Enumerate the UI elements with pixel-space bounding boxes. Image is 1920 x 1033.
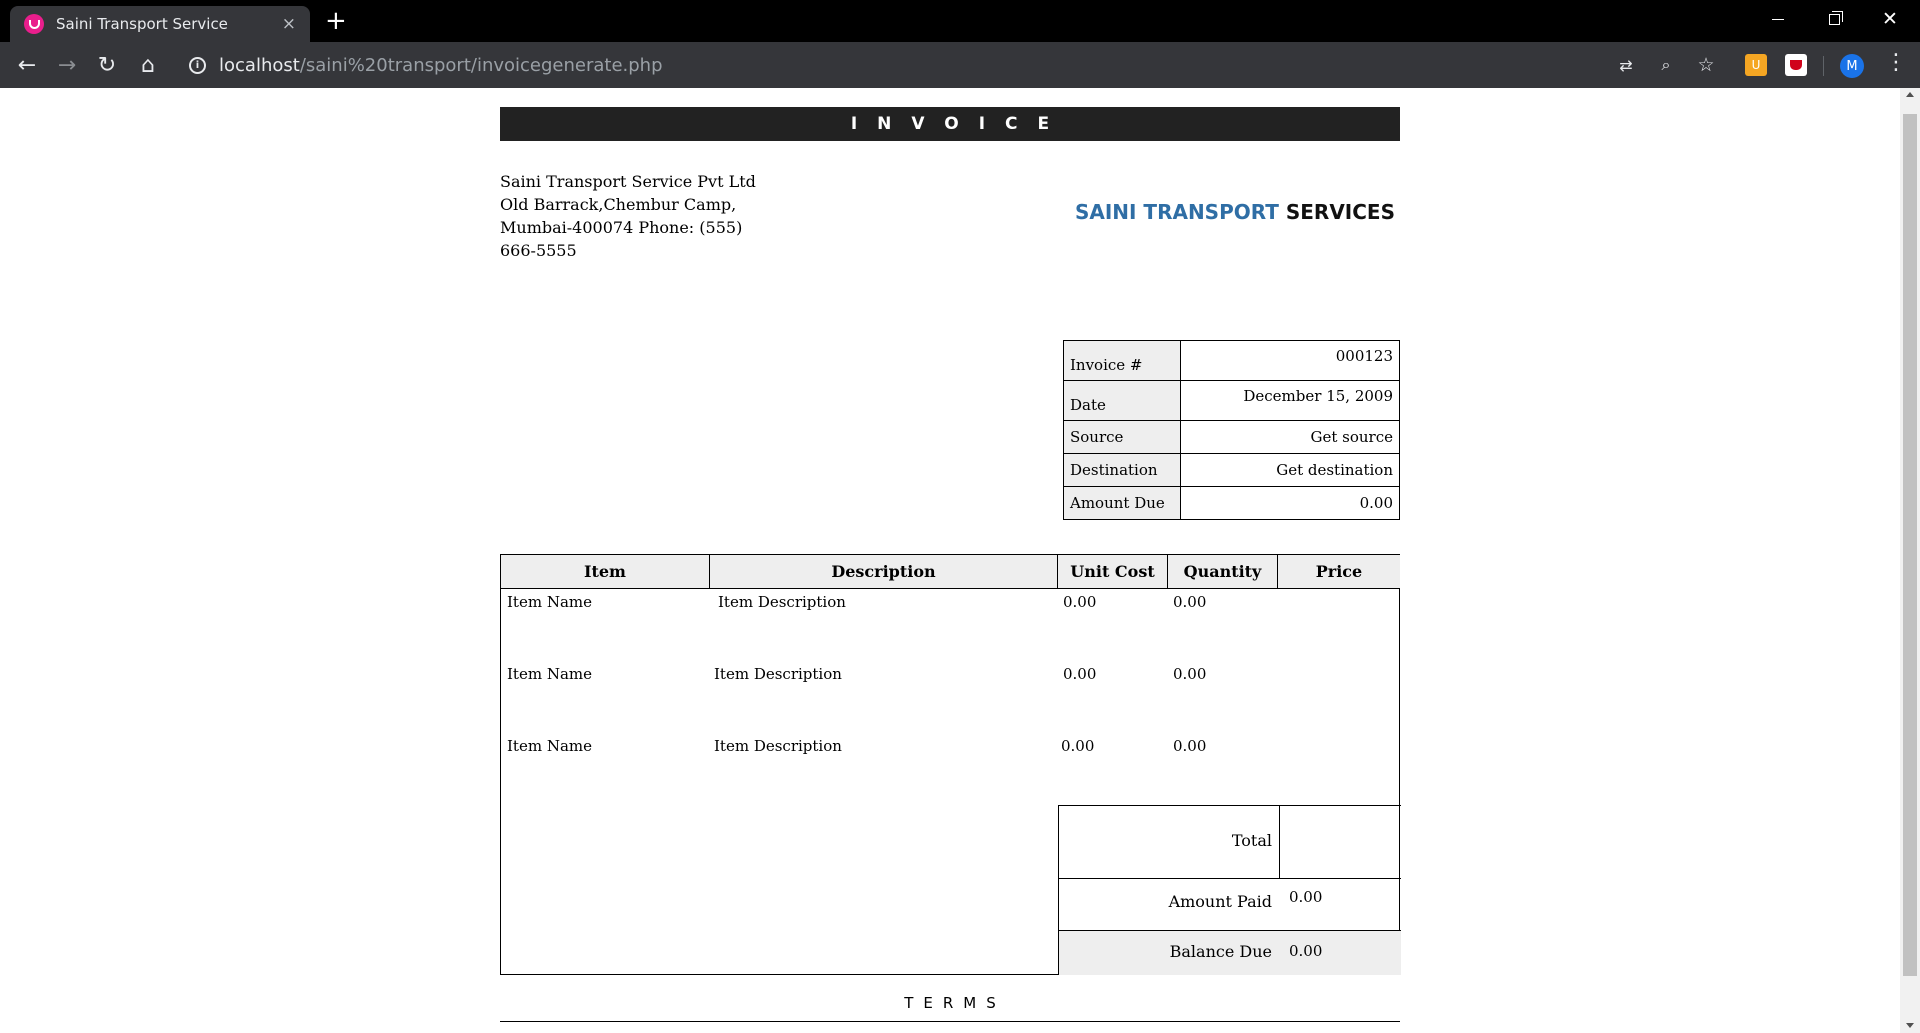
brand-name-secondary: SERVICES bbox=[1285, 200, 1395, 224]
zoom-icon[interactable]: ⌕ bbox=[1655, 54, 1677, 76]
item-name-field[interactable]: Item Name bbox=[507, 593, 592, 611]
quantity-field[interactable]: 0.00 bbox=[1173, 593, 1206, 611]
site-info-icon[interactable]: i bbox=[189, 56, 206, 74]
browser-tab-bar: Saini Transport Service × + ✕ bbox=[0, 0, 1920, 42]
meta-label: Amount Due bbox=[1063, 486, 1181, 520]
pocket-extension-icon[interactable] bbox=[1785, 54, 1807, 76]
home-icon[interactable]: ⌂ bbox=[133, 50, 163, 80]
meta-label: Destination bbox=[1063, 453, 1181, 487]
column-header-description: Description bbox=[710, 555, 1058, 589]
unit-cost-field[interactable]: 0.00 bbox=[1061, 737, 1094, 755]
invoice-header: INVOICE bbox=[500, 107, 1400, 141]
total-row: Total bbox=[1059, 805, 1401, 879]
brand-logo: SAINI TRANSPORT SERVICES bbox=[1075, 200, 1395, 224]
unit-cost-field[interactable]: 0.00 bbox=[1063, 593, 1096, 611]
profile-avatar[interactable]: M bbox=[1840, 54, 1864, 78]
amount-paid-label: Amount Paid bbox=[1168, 892, 1272, 911]
total-divider bbox=[1279, 806, 1280, 879]
forward-arrow-icon[interactable]: → bbox=[52, 50, 82, 80]
terms-divider bbox=[500, 1021, 1400, 1022]
new-tab-button[interactable]: + bbox=[325, 7, 347, 35]
meta-row-date: Date December 15, 2009 bbox=[1063, 380, 1400, 421]
favicon-icon bbox=[24, 14, 44, 34]
company-address: Saini Transport Service Pvt Ltd Old Barr… bbox=[500, 172, 756, 260]
column-header-unit-cost: Unit Cost bbox=[1058, 555, 1168, 589]
totals-section: Total Amount Paid 0.00 Balance Due 0.00 bbox=[1058, 805, 1401, 975]
bookmark-star-icon[interactable]: ☆ bbox=[1695, 54, 1717, 76]
extension-icon[interactable]: U bbox=[1745, 54, 1767, 76]
scroll-down-arrow-icon[interactable] bbox=[1906, 1023, 1914, 1028]
scroll-up-arrow-icon[interactable] bbox=[1906, 92, 1914, 97]
more-menu-icon[interactable]: ⋮ bbox=[1885, 50, 1907, 75]
invoice-number-field[interactable]: 000123 bbox=[1180, 340, 1400, 381]
back-arrow-icon[interactable]: ← bbox=[12, 50, 42, 80]
amount-paid-row: Amount Paid 0.00 bbox=[1059, 878, 1401, 930]
meta-label: Invoice # bbox=[1063, 340, 1181, 381]
item-name-field[interactable]: Item Name bbox=[507, 737, 592, 755]
item-description-field[interactable]: Item Description bbox=[718, 593, 846, 611]
unit-cost-field[interactable]: 0.00 bbox=[1063, 665, 1096, 683]
browser-toolbar: ← → ↻ ⌂ i localhost/saini%20transport/in… bbox=[0, 42, 1920, 88]
translate-icon[interactable]: ⇄ bbox=[1615, 54, 1637, 76]
url-text[interactable]: localhost/saini%20transport/invoicegener… bbox=[219, 55, 663, 76]
meta-row-amount-due: Amount Due 0.00 bbox=[1063, 486, 1400, 520]
meta-row-source: Source Get source bbox=[1063, 420, 1400, 454]
balance-due-row: Balance Due 0.00 bbox=[1059, 930, 1401, 975]
item-name-field[interactable]: Item Name bbox=[507, 665, 592, 683]
reload-icon[interactable]: ↻ bbox=[92, 50, 122, 80]
amount-paid-field[interactable]: 0.00 bbox=[1289, 888, 1322, 906]
items-table: Item Description Unit Cost Quantity Pric… bbox=[500, 554, 1401, 975]
meta-label: Source bbox=[1063, 420, 1181, 454]
scrollbar-thumb[interactable] bbox=[1903, 114, 1917, 976]
meta-label: Date bbox=[1063, 380, 1181, 421]
invoice-meta-table: Invoice # 000123 Date December 15, 2009 … bbox=[1063, 340, 1400, 520]
quantity-field[interactable]: 0.00 bbox=[1173, 737, 1206, 755]
meta-row-invoice-number: Invoice # 000123 bbox=[1063, 340, 1400, 381]
total-label: Total bbox=[1231, 831, 1272, 850]
destination-field[interactable]: Get destination bbox=[1180, 453, 1400, 487]
tab-close-icon[interactable]: × bbox=[282, 14, 296, 34]
restore-button[interactable] bbox=[1806, 0, 1862, 38]
brand-name-primary: SAINI TRANSPORT bbox=[1074, 200, 1279, 224]
balance-due-label: Balance Due bbox=[1169, 942, 1272, 961]
amount-due-value: 0.00 bbox=[1180, 486, 1400, 520]
address-bar[interactable]: i localhost/saini%20transport/invoicegen… bbox=[175, 48, 1565, 82]
item-description-field[interactable]: Item Description bbox=[714, 737, 842, 755]
date-field[interactable]: December 15, 2009 bbox=[1180, 380, 1400, 421]
terms-heading: TERMS bbox=[904, 994, 1006, 1012]
toolbar-divider bbox=[1823, 56, 1824, 76]
column-header-quantity: Quantity bbox=[1168, 555, 1278, 589]
browser-tab[interactable]: Saini Transport Service × bbox=[10, 6, 310, 42]
vertical-scrollbar[interactable] bbox=[1900, 88, 1920, 1033]
quantity-field[interactable]: 0.00 bbox=[1173, 665, 1206, 683]
tab-title: Saini Transport Service bbox=[56, 15, 228, 33]
minimize-button[interactable] bbox=[1750, 0, 1806, 38]
column-header-item: Item bbox=[501, 555, 710, 589]
window-close-button[interactable]: ✕ bbox=[1862, 0, 1918, 38]
meta-row-destination: Destination Get destination bbox=[1063, 453, 1400, 487]
source-field[interactable]: Get source bbox=[1180, 420, 1400, 454]
column-header-price: Price bbox=[1278, 555, 1400, 589]
balance-due-value: 0.00 bbox=[1289, 942, 1323, 960]
item-description-field[interactable]: Item Description bbox=[714, 665, 842, 683]
